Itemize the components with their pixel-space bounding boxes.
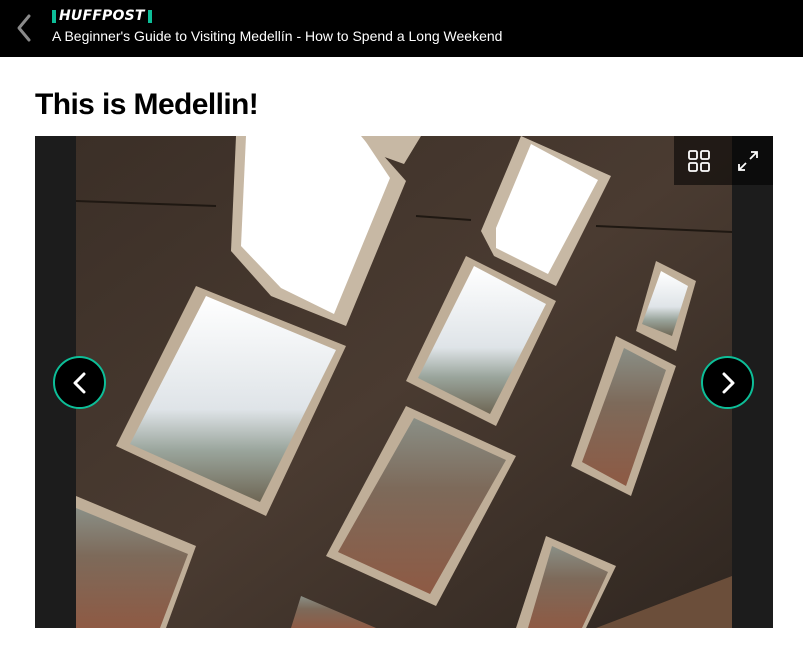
article-title: A Beginner's Guide to Visiting Medellín … <box>52 28 503 44</box>
previous-slide-button[interactable] <box>53 356 106 409</box>
chevron-left-icon <box>17 14 31 42</box>
gallery-controls <box>674 136 773 185</box>
logo-text: HUFFPOST <box>59 8 145 24</box>
top-bar: HUFFPOST A Beginner's Guide to Visiting … <box>0 0 803 57</box>
fullscreen-button[interactable] <box>733 146 763 176</box>
huffpost-logo[interactable]: HUFFPOST <box>52 8 152 24</box>
photo-gallery <box>35 136 773 628</box>
logo-bar-right <box>147 9 152 23</box>
next-slide-button[interactable] <box>701 356 754 409</box>
gallery-photo <box>76 136 732 628</box>
slide-title: This is Medellin! <box>35 88 259 121</box>
grid-icon <box>687 149 710 172</box>
chevron-left-icon <box>73 372 85 393</box>
grid-view-button[interactable] <box>684 146 714 176</box>
chevron-right-icon <box>722 372 734 393</box>
back-button[interactable] <box>10 12 38 44</box>
expand-icon <box>738 150 759 171</box>
